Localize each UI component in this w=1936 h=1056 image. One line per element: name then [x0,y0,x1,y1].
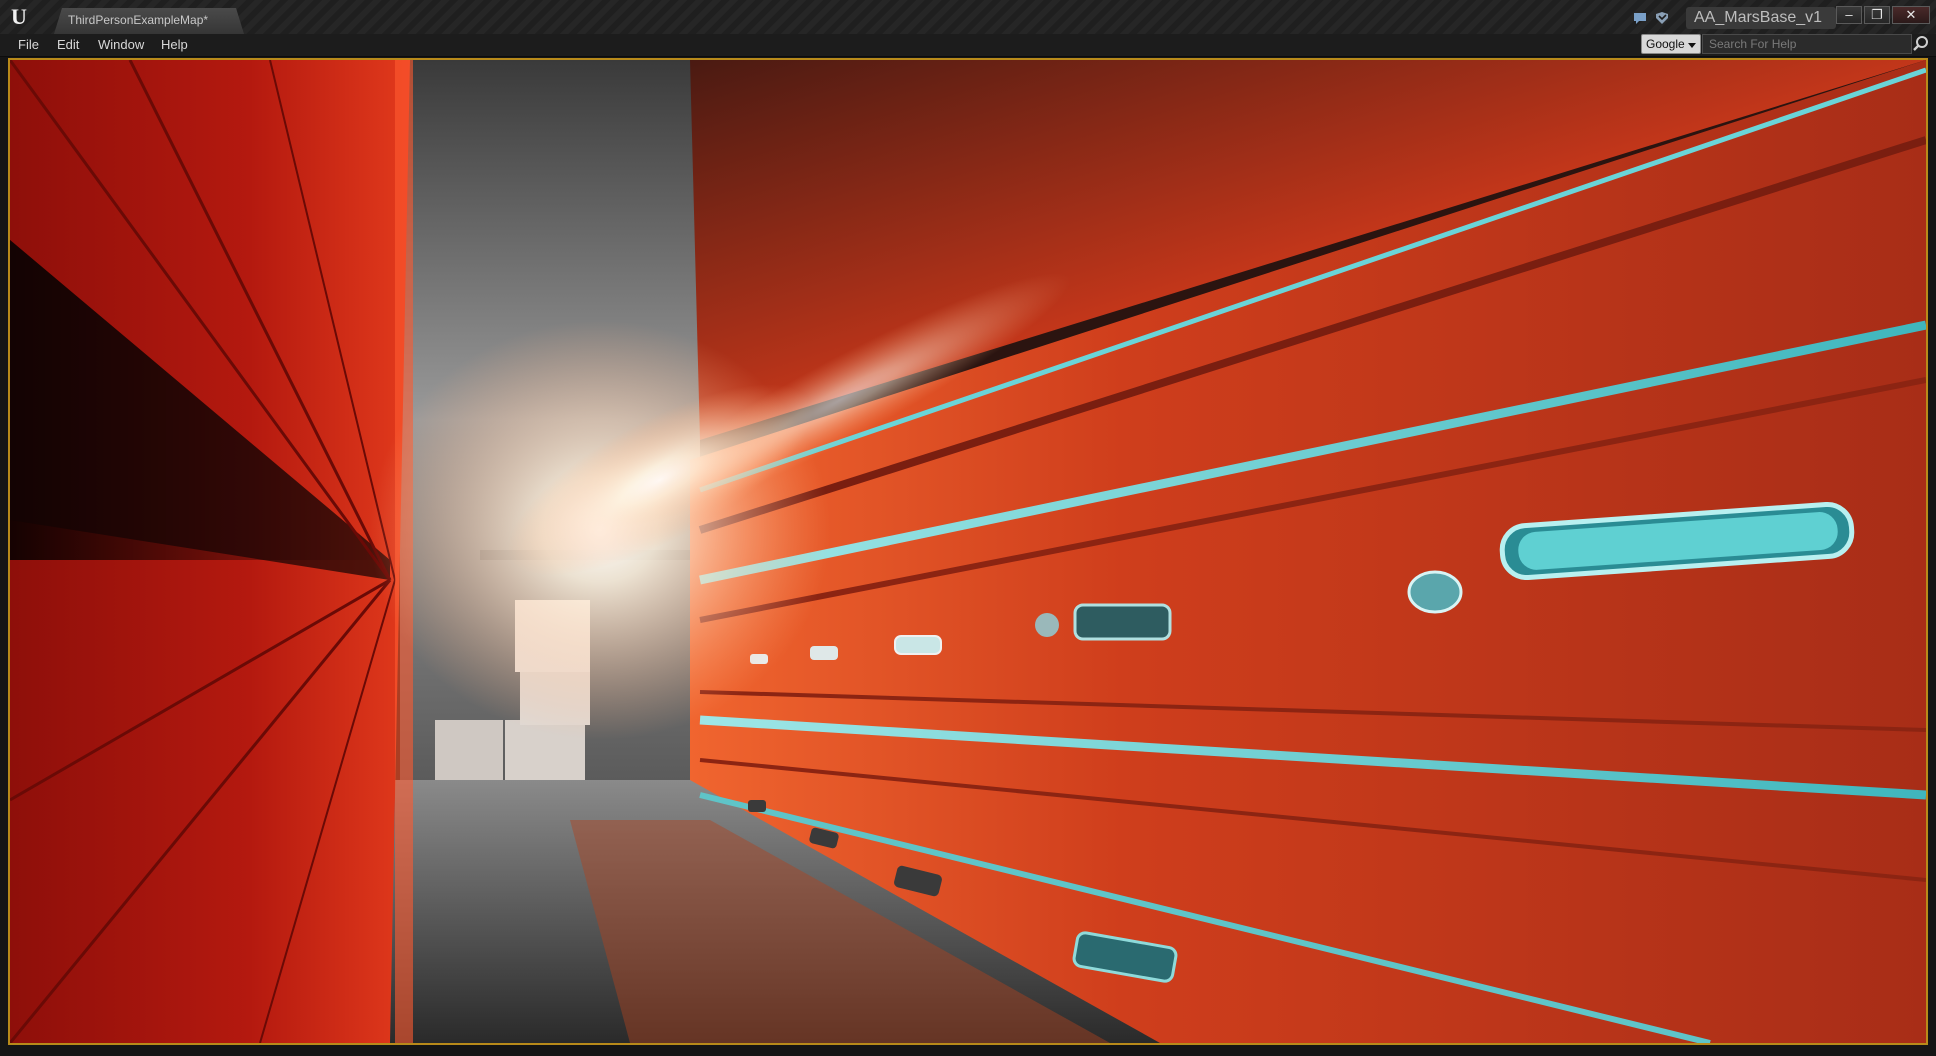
title-bar-icons [1632,10,1676,26]
minimize-button[interactable]: – [1836,6,1862,24]
project-name: AA_MarsBase_v1 [1694,9,1823,26]
help-search-input[interactable] [1702,34,1912,54]
menu-bar: File Edit Window Help Google [0,34,1936,57]
source-control-icon[interactable] [1654,10,1670,26]
search-engine-label: Google [1646,37,1685,51]
level-viewport[interactable] [8,58,1928,1045]
menu-window[interactable]: Window [98,37,144,52]
menu-help[interactable]: Help [161,37,188,52]
project-name-badge: AA_MarsBase_v1 [1686,7,1836,29]
speech-bubble-icon[interactable] [1632,10,1648,26]
menu-edit[interactable]: Edit [57,37,79,52]
viewport-scene [10,60,1926,1043]
chevron-down-icon [1688,43,1696,48]
tab-level-document[interactable]: ThirdPersonExampleMap* [54,8,244,34]
magnifier-icon[interactable] [1912,35,1930,53]
menu-file[interactable]: File [18,37,39,52]
restore-button[interactable]: ❐ [1864,6,1890,24]
title-bar: U ThirdPersonExampleMap* AA_MarsBase_v1 … [0,0,1936,35]
close-button[interactable]: ✕ [1892,6,1930,24]
tab-label: ThirdPersonExampleMap* [68,13,209,27]
search-engine-dropdown[interactable]: Google [1641,34,1701,54]
unreal-engine-logo[interactable]: U [6,4,32,30]
